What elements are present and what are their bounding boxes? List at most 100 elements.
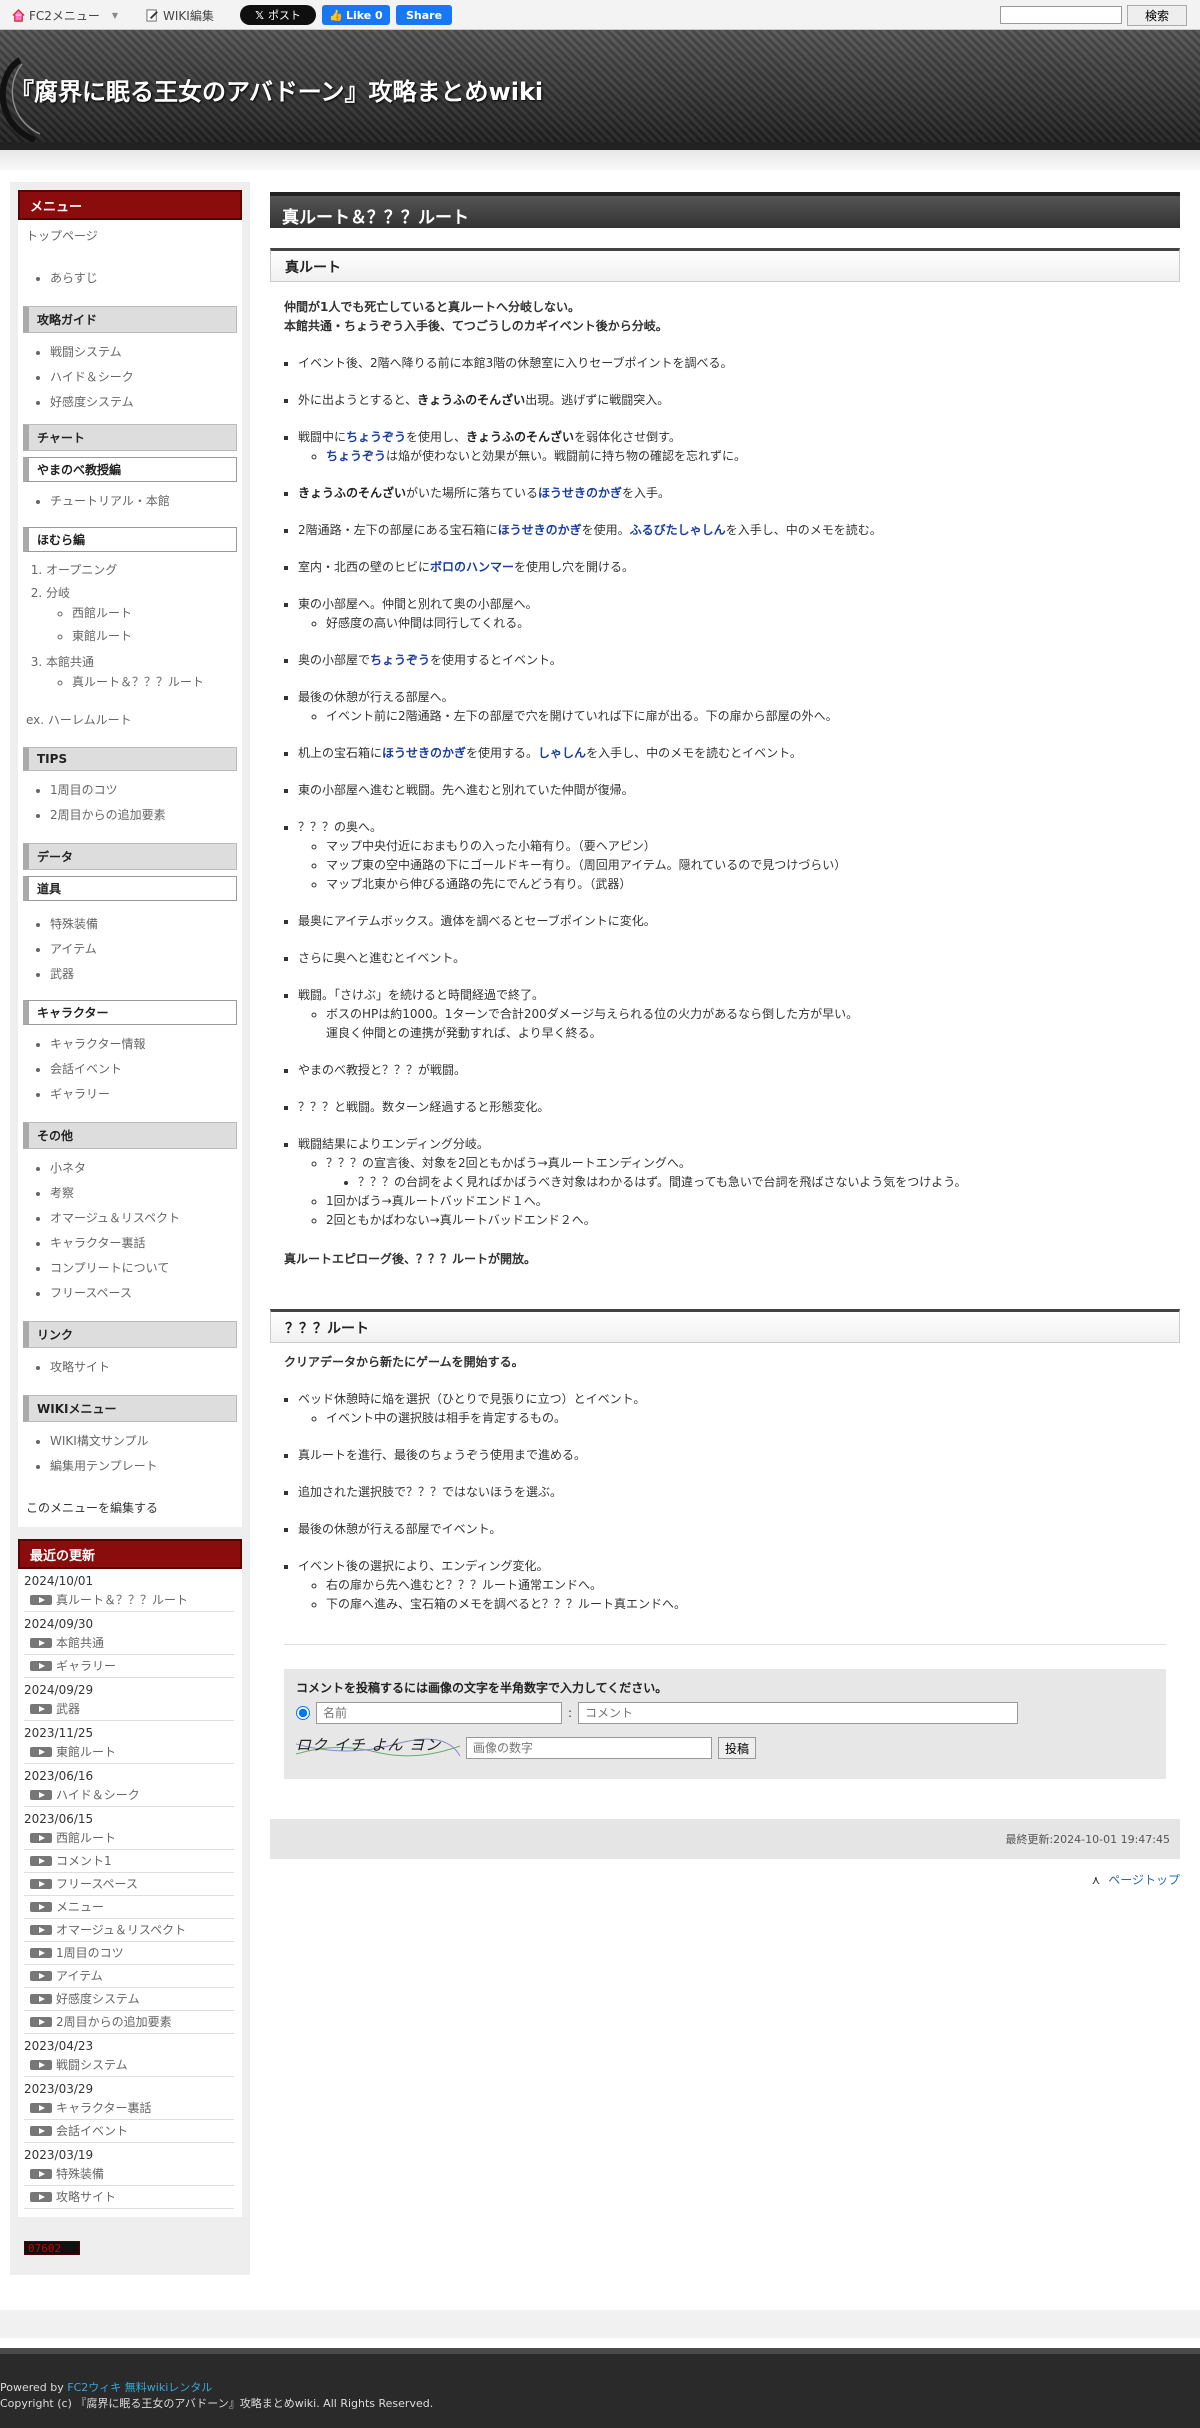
sidebar-item-tips[interactable]: 2周目からの追加要素 xyxy=(50,802,242,827)
fb-like-button[interactable]: 👍 Like 0 xyxy=(322,5,390,25)
pagetop-link[interactable]: ⋏ ページトップ xyxy=(270,1871,1180,1888)
arrow-right-icon xyxy=(30,2191,52,2202)
sidebar-item-guide[interactable]: 好感度システム xyxy=(50,389,242,414)
sidebar-item-wikimenu[interactable]: 編集用テンプレート xyxy=(50,1453,242,1478)
update-item[interactable]: 東館ルート xyxy=(24,1741,234,1764)
site-footer: Powered by FC2ウィキ 無料wikiレンタル Copyright (… xyxy=(0,2348,1200,2428)
update-item[interactable]: 好感度システム xyxy=(24,1988,234,2011)
wiki-edit-label: WIKI編集 xyxy=(163,9,214,23)
page-title: 真ルート＆？？？ルート xyxy=(270,192,1180,228)
arrow-right-icon xyxy=(30,1878,52,1889)
sidebar-item-chara[interactable]: ギャラリー xyxy=(50,1081,242,1106)
sidebar-item-west[interactable]: 西館ルート xyxy=(72,601,242,624)
text: 室内・北西の壁のヒビに xyxy=(298,560,431,574)
update-item[interactable]: キャラクター裏話 xyxy=(24,2097,234,2120)
update-item[interactable]: 西館ルート xyxy=(24,1827,234,1850)
sidebar-item-homura-label[interactable]: 本館共通 xyxy=(46,655,94,669)
sidebar-item-dougu[interactable]: アイテム xyxy=(50,936,242,961)
text: 戦闘。「さけぶ」を続けると時間経過で終了。 xyxy=(298,988,545,1002)
sidebar-item-yamanobe[interactable]: チュートリアル・本館 xyxy=(50,488,242,513)
update-item[interactable]: 戦闘システム xyxy=(24,2054,234,2077)
sidebar-item-homura: 本館共通 真ルート＆？？？ルート xyxy=(46,650,242,696)
comment-radio[interactable] xyxy=(296,1706,310,1720)
update-item[interactable]: 武器 xyxy=(24,1698,234,1721)
pagetop-label: ページトップ xyxy=(1108,1873,1180,1887)
list-item: 戦闘結果によりエンディング分岐。 ？？？の宣言後、対象を2回ともかばう→真ルート… xyxy=(298,1135,1180,1230)
captcha-text: ロク イチ よん ヨン xyxy=(296,1736,442,1754)
wiki-edit-link[interactable]: WIKI編集 xyxy=(146,7,214,24)
sidebar-item-chara[interactable]: キャラクター情報 xyxy=(50,1031,242,1056)
menu-title: メニュー xyxy=(18,190,242,220)
sidebar-item-chara[interactable]: 会話イベント xyxy=(50,1056,242,1081)
sub-item: マップ北東から伸びる通路の先にでんどう有り。（武器） xyxy=(326,875,1180,894)
update-item[interactable]: ハイド＆シーク xyxy=(24,1784,234,1807)
update-date: 2023/06/16 xyxy=(24,1769,94,1783)
section-intro: クリアデータから新たにゲームを開始する。 xyxy=(284,1355,524,1369)
fc2-menu-link[interactable]: FC2メニュー ▼ xyxy=(12,7,118,24)
sub-item: 1回かばう→真ルートバッドエンド１へ。 xyxy=(326,1192,1180,1211)
text: を使用。 xyxy=(581,523,630,537)
sidebar-item-homura[interactable]: オープニング xyxy=(46,558,242,581)
sidebar-item-east[interactable]: 東館ルート xyxy=(72,624,242,647)
sidebar-item-guide[interactable]: 戦闘システム xyxy=(50,339,242,364)
list-item: きょうふのそんざいがいた場所に落ちているほうせきのかぎを入手。 xyxy=(298,484,1180,503)
update-item[interactable]: 会話イベント xyxy=(24,2120,234,2143)
arrow-right-icon xyxy=(30,1901,52,1912)
keyword: ふるびたしゃしん xyxy=(629,523,726,537)
sidebar-item-other[interactable]: コンプリートについて xyxy=(50,1255,242,1280)
sidebar-item-other[interactable]: 考察 xyxy=(50,1180,242,1205)
fb-share-button[interactable]: Share xyxy=(396,5,452,25)
text: 戦闘中に xyxy=(298,430,347,444)
name-field[interactable] xyxy=(316,1702,562,1724)
update-item[interactable]: 特殊装備 xyxy=(24,2163,234,2186)
text: を使用するとイベント。 xyxy=(430,653,562,667)
arrow-right-icon xyxy=(30,1832,52,1843)
update-item[interactable]: コメント1 xyxy=(24,1850,234,1873)
text: を使用する。 xyxy=(466,746,539,760)
update-item[interactable]: 真ルート＆？？？ルート xyxy=(24,1589,234,1612)
text: ？？？の奥へ。 xyxy=(298,820,383,834)
sidebar-item-other[interactable]: オマージュ＆リスペクト xyxy=(50,1205,242,1230)
sidebar-item-arasuji[interactable]: あらすじ xyxy=(50,265,242,290)
sidebar-item-link[interactable]: 攻略サイト xyxy=(50,1354,242,1379)
search-button[interactable]: 検索 xyxy=(1127,5,1187,26)
sidebar-item-wikimenu[interactable]: WIKI構文サンプル xyxy=(50,1428,242,1453)
sub-item: マップ東の空中通路の下にゴールドキー有り。（周回用アイテム。隠れているので見つけ… xyxy=(326,856,1180,875)
x-post-button[interactable]: 𝕏 ポスト xyxy=(240,5,316,25)
sidebar-item-homura-label[interactable]: 分岐 xyxy=(46,586,70,600)
update-item[interactable]: アイテム xyxy=(24,1965,234,1988)
sidebar-item-dougu[interactable]: 特殊装備 xyxy=(50,911,242,936)
sidebar-item-true-route[interactable]: 真ルート＆？？？ルート xyxy=(72,670,242,693)
text: 戦闘結果によりエンディング分岐。 xyxy=(298,1137,489,1151)
captcha-field[interactable] xyxy=(466,1737,712,1759)
access-counter: 07602 xyxy=(24,2241,80,2255)
sidebar-item-other[interactable]: フリースペース xyxy=(50,1280,242,1305)
update-item[interactable]: 本館共通 xyxy=(24,1632,234,1655)
text: を使用し、 xyxy=(406,430,467,444)
fc2-wiki-link[interactable]: FC2ウィキ xyxy=(67,2381,121,2394)
edit-menu-link[interactable]: このメニューを編集する xyxy=(18,1496,242,1519)
update-item[interactable]: オマージュ＆リスペクト xyxy=(24,1919,234,1942)
sidebar-item-guide[interactable]: ハイド＆シーク xyxy=(50,364,242,389)
update-item[interactable]: ギャラリー xyxy=(24,1655,234,1678)
sidebar-item-other[interactable]: 小ネタ xyxy=(50,1155,242,1180)
sidebar-item-harem[interactable]: ex. ハーレムルート xyxy=(18,708,242,731)
update-item[interactable]: 1周目のコツ xyxy=(24,1942,234,1965)
update-item-label: フリースペース xyxy=(56,1877,138,1891)
search-input[interactable] xyxy=(1000,6,1122,24)
site-title[interactable]: 『腐界に眠る王女のアバドーン』攻略まとめwiki xyxy=(10,72,543,107)
sidebar-item-tips[interactable]: 1周目のコツ xyxy=(50,777,242,802)
update-item[interactable]: フリースペース xyxy=(24,1873,234,1896)
update-item[interactable]: 攻略サイト xyxy=(24,2186,234,2209)
text: を弱体化させ倒す。 xyxy=(574,430,681,444)
update-item[interactable]: 2周目からの追加要素 xyxy=(24,2011,234,2034)
sidebar-item-top[interactable]: トップページ xyxy=(18,224,242,247)
rental-link[interactable]: 無料wikiレンタル xyxy=(125,2381,212,2394)
comment-field[interactable] xyxy=(578,1702,1019,1724)
post-button[interactable]: 投稿 xyxy=(718,1737,757,1759)
sidebar-item-other[interactable]: キャラクター裏話 xyxy=(50,1230,242,1255)
list-item: 最後の休憩が行える部屋でイベント。 xyxy=(298,1520,1180,1539)
fb-like-label: Like 0 xyxy=(345,8,383,22)
update-item[interactable]: メニュー xyxy=(24,1896,234,1919)
sidebar-item-dougu[interactable]: 武器 xyxy=(50,961,242,986)
